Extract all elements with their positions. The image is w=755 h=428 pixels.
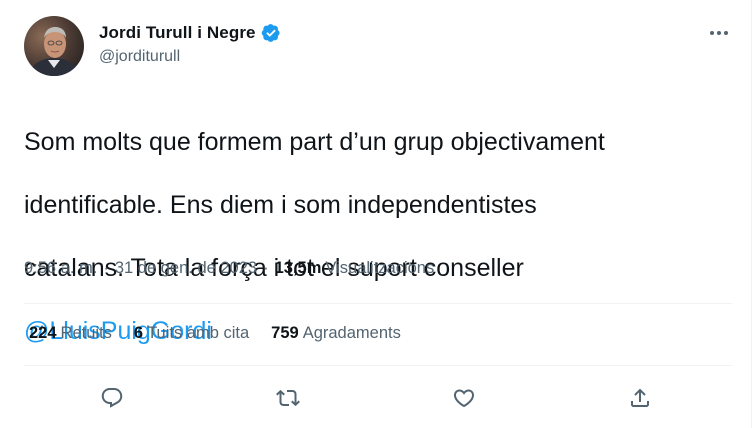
divider — [24, 303, 732, 304]
avatar[interactable] — [24, 16, 84, 76]
retweets-stat[interactable]: 224 Retuits — [29, 324, 112, 343]
action-bar — [0, 380, 755, 416]
display-name[interactable]: Jordi Turull i Negre — [99, 23, 256, 43]
tweet-meta: 9:56 a. m. · 31 de gen. de 2023 · 13,5m … — [24, 259, 434, 278]
views-count: 13,5m — [274, 259, 322, 277]
divider — [24, 365, 732, 366]
likes-stat[interactable]: 759 Agradaments — [271, 324, 401, 343]
views-label: Visualitzacions — [325, 259, 435, 277]
more-options-button[interactable] — [702, 22, 736, 44]
tweet-line: identificable. Ens diem i som independen… — [24, 190, 537, 219]
author-name-row: Jordi Turull i Negre — [99, 21, 281, 45]
quotes-label: Tuits amb cita — [147, 324, 250, 342]
meta-separator: · — [103, 259, 109, 277]
quotes-stat[interactable]: 6 Tuits amb cita — [134, 324, 249, 343]
more-dots-icon — [710, 31, 728, 35]
like-button[interactable] — [446, 380, 482, 416]
likes-label: Agradaments — [302, 324, 401, 342]
retweets-label: Retuits — [60, 324, 112, 342]
share-icon — [631, 388, 649, 407]
retweet-button[interactable] — [270, 380, 306, 416]
avatar-image — [24, 16, 84, 76]
meta-separator: · — [263, 259, 269, 277]
like-icon — [453, 389, 475, 408]
retweet-icon — [276, 389, 300, 407]
tweet-time[interactable]: 9:56 a. m. — [24, 259, 97, 278]
tweet-line: Som molts que formem part d’un grup obje… — [24, 127, 605, 156]
verified-badge-icon — [261, 24, 280, 42]
likes-count: 759 — [271, 324, 299, 342]
reply-button[interactable] — [94, 380, 130, 416]
share-button[interactable] — [622, 380, 658, 416]
retweets-count: 224 — [29, 324, 57, 342]
panel-border — [751, 0, 752, 428]
quotes-count: 6 — [133, 324, 144, 342]
engagement-stats: 224 Retuits 6 Tuits amb cita 759 Agradament… — [29, 324, 401, 343]
reply-icon — [101, 388, 123, 408]
tweet-date[interactable]: 31 de gen. de 2023 — [115, 259, 257, 278]
author-handle[interactable]: @jorditurull — [99, 48, 180, 66]
